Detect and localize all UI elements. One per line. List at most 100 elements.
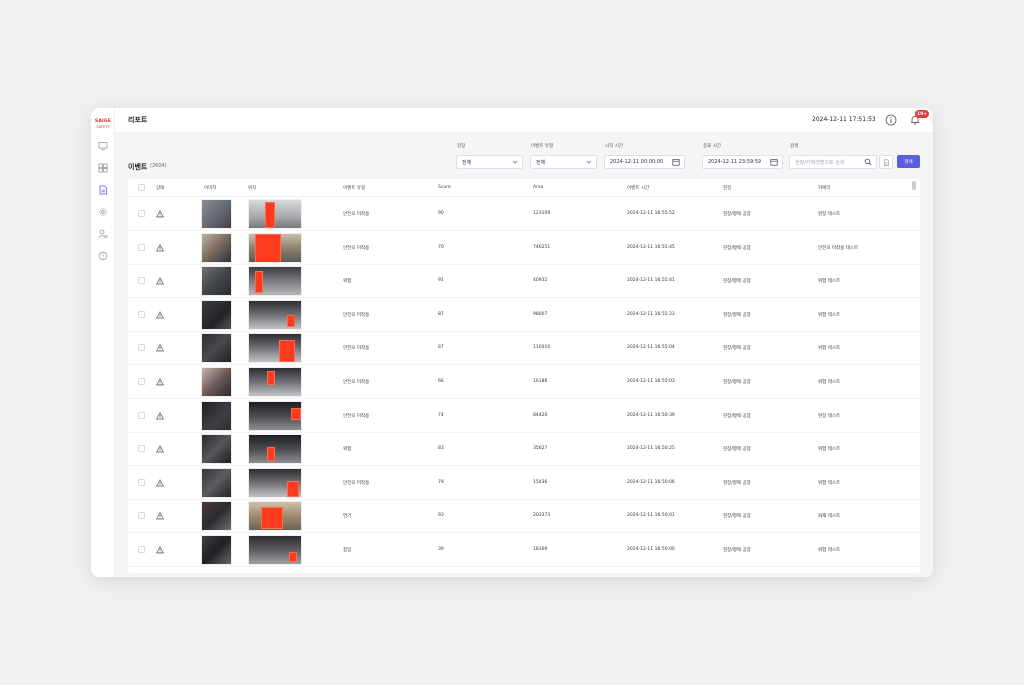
detection-box [255,271,263,294]
sidebar-item-settings[interactable] [97,206,109,218]
start-time-input[interactable]: 2024-12-11 00:00:00 [604,155,685,169]
select-all-checkbox[interactable] [138,184,145,191]
area-cell: 15436 [533,479,548,485]
column-header-area: Area [533,185,544,190]
table-row[interactable]: 위험 83 35627 2024-12-11 16:50:25 현장/평택 공장… [128,432,920,467]
row-checkbox[interactable] [138,546,145,553]
row-checkbox[interactable] [138,512,145,520]
warning-icon [156,512,164,520]
table-row[interactable]: 안전모 미착용 90 123109 2024-12-11 16:55:52 현장… [128,197,920,231]
site-cell: 현장/평택 공장 [723,245,751,251]
table-header: 상태 이미지 위치 이벤트 유형 Score Area 이벤트 시간 현장 카메… [128,179,920,197]
event-image[interactable] [201,535,232,565]
table-row[interactable]: 안전모 미착용 74 84420 2024-12-11 16:50:39 현장/… [128,399,920,433]
score-cell: 79 [438,479,444,485]
end-time-input[interactable]: 2024-12-11 23:59:59 [702,155,783,169]
site-cell: 현장/평택 공장 [723,312,751,318]
event-image[interactable] [201,266,232,297]
table-row[interactable]: 안전모 미착용 70 746251 2024-12-11 16:55:45 현장… [128,231,920,265]
event-count: (2604) [150,163,167,169]
avatar[interactable] [930,112,933,127]
event-time-cell: 2024-12-11 16:55:41 [627,278,675,284]
location-image[interactable] [248,333,302,364]
score-cell: 87 [438,345,444,351]
site-cell: 현장/평택 공장 [723,413,751,419]
site-cell: 현장/평택 공장 [723,212,751,217]
site-cell: 현장/평택 공장 [723,447,751,453]
location-select[interactable]: 전체 [456,155,523,169]
event-time-cell: 2024-12-11 16:55:52 [627,211,675,216]
table-row[interactable]: 안전모 미착용 87 110010 2024-12-11 16:55:04 현장… [128,331,920,366]
row-checkbox[interactable] [138,210,145,217]
row-checkbox[interactable] [138,277,145,285]
event-image[interactable] [201,367,232,397]
event-type-cell: 안전모 미착용 [343,245,370,251]
score-cell: 90 [438,211,444,216]
sidebar-item-dashboard[interactable] [97,162,109,174]
sidebar-item-monitor[interactable] [97,140,109,152]
search-icon [864,158,872,166]
camera-cell: 위험 테스트 [818,346,841,352]
event-time-cell: 2024-12-11 16:55:03 [627,379,675,384]
table-row[interactable]: 안전모 미착용 79 15436 2024-12-11 16:50:06 현장/… [128,466,920,500]
logo[interactable]: SAIGE SAFETY [93,119,113,129]
event-image[interactable] [201,199,232,229]
location-image[interactable] [248,400,302,431]
column-header-status: 상태 [156,186,165,191]
table-row[interactable]: 안전모 미착용 87 98007 2024-12-11 16:55:23 현장/… [128,298,920,332]
event-type-cell: 안전모 미착용 [343,380,370,385]
row-checkbox[interactable] [138,378,145,385]
search-label: 검색 [790,144,799,149]
sidebar-item-user-settings[interactable] [97,228,109,240]
location-image[interactable] [248,535,302,565]
location-image[interactable] [248,299,302,330]
camera-cell: 안전모 미착용 테스트 [818,245,859,251]
export-button[interactable] [879,155,893,169]
location-image[interactable] [248,199,302,229]
row-checkbox[interactable] [138,445,145,453]
location-image[interactable] [248,501,302,532]
location-image[interactable] [248,434,302,465]
location-image[interactable] [248,367,302,397]
event-type-filter-label: 이벤트 유형 [531,144,554,149]
search-button[interactable]: 검색 [897,155,920,168]
logo-text: SAIGE [94,119,112,124]
event-time-cell: 2024-12-11 16:55:45 [627,244,675,250]
event-image[interactable] [201,467,232,498]
row-checkbox[interactable] [138,310,145,318]
warning-icon [156,478,164,487]
event-image[interactable] [201,434,232,465]
row-checkbox[interactable] [138,411,145,419]
column-header-location: 위치 [248,186,257,191]
row-checkbox[interactable] [138,243,145,251]
sidebar-item-report[interactable] [97,184,109,196]
event-image[interactable] [201,400,232,431]
search-input[interactable]: 현장/카메라명으로 검색 [789,155,877,169]
row-checkbox[interactable] [138,344,145,352]
table-row[interactable]: 안전모 미착용 66 16186 2024-12-11 16:55:03 현장/… [128,365,920,399]
location-image[interactable] [248,266,302,297]
location-image[interactable] [248,467,302,498]
app-window: SAIGE SAFETY 리포트 2024-12-11 17:51:53 10+ [91,108,933,577]
camera-cell: 현장 테스트 [818,212,841,217]
event-image[interactable] [201,501,232,532]
score-cell: 74 [438,412,444,418]
dashboard-icon [98,163,108,173]
camera-cell: 위험 테스트 [818,380,841,385]
table-row[interactable]: 연기 93 203373 2024-12-11 16:50:01 현장/평택 공… [128,499,920,534]
row-checkbox[interactable] [138,478,145,486]
event-type-select[interactable]: 전체 [530,155,597,169]
info-icon[interactable] [885,114,897,126]
event-type-cell: 위험 [343,447,352,453]
event-type-cell: 연기 [343,514,352,520]
event-type-cell: 안전모 미착용 [343,346,370,352]
alert-icon [98,251,108,261]
location-image[interactable] [248,232,302,263]
event-image[interactable] [201,333,232,364]
event-image[interactable] [201,232,232,263]
table-row[interactable]: 침입 39 18300 2024-12-11 16:50:00 현장/평택 공장… [128,533,920,567]
event-image[interactable] [201,299,232,330]
sidebar-item-alert[interactable] [97,250,109,262]
table-row[interactable]: 위험 91 40932 2024-12-11 16:55:41 현장/평택 공장… [128,264,920,299]
report-icon [99,185,107,195]
